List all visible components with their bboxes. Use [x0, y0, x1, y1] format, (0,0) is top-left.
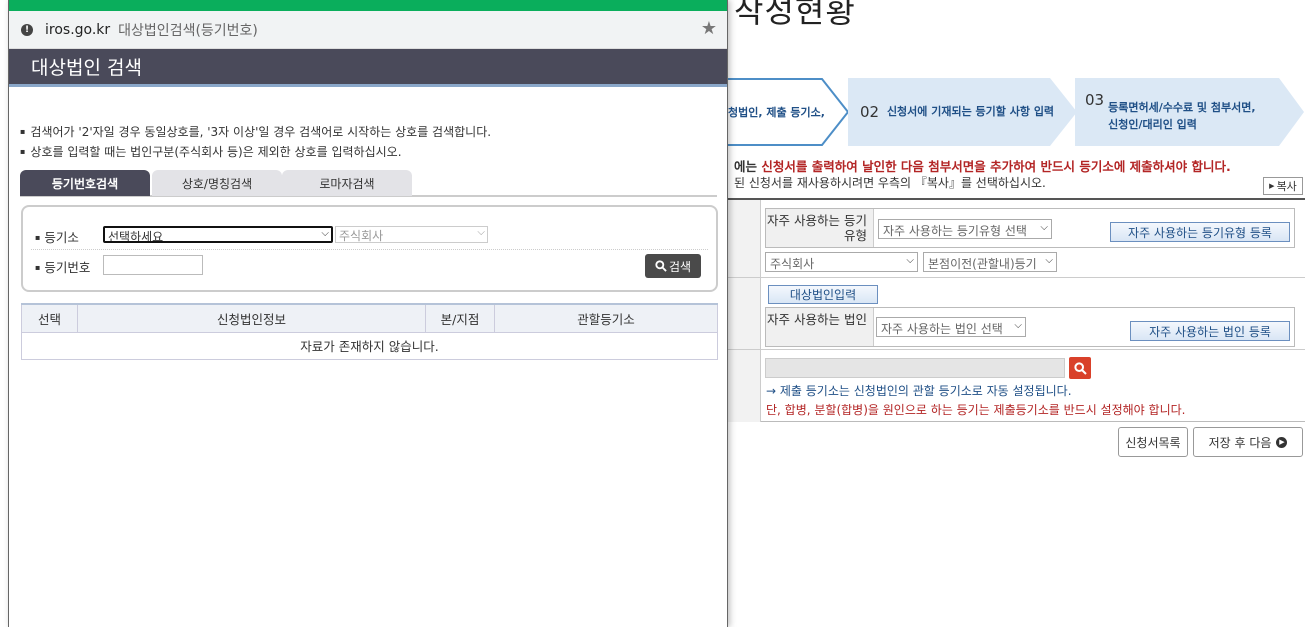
- search-tabs: 등기번호검색 상호/명칭검색 로마자검색: [20, 170, 717, 197]
- col-select: 선택: [21, 303, 78, 333]
- popup-header: 대상법인 검색: [9, 49, 727, 87]
- freq-type-select[interactable]: 자주 사용하는 등기유형 선택 ⌵: [878, 219, 1052, 239]
- table-header-row: 선택 신청법인정보 본/지점 관할등기소: [21, 303, 718, 333]
- office-auto-note: → 제출 등기소는 신청법인의 관할 등기소로 자동 설정됩니다.: [766, 384, 1072, 398]
- search-guides: 검색어가 '2'자일 경우 동일상호를, '3자 이상'일 경우 검색어로 시작…: [20, 122, 491, 162]
- table-row: 자료가 존재하지 않습니다.: [21, 331, 718, 360]
- freq-corp-register-button[interactable]: 자주 사용하는 법인 등록: [1130, 321, 1290, 341]
- col-office: 관할등기소: [494, 303, 718, 333]
- search-form: 등기소 선택하세요⌵ 주식회사⌵ 등기번호 검색: [21, 205, 718, 292]
- result-table: 선택 신청법인정보 본/지점 관할등기소 자료가 존재하지 않습니다.: [21, 303, 718, 360]
- step-3-label-line2: 신청인/대리인 입력: [1108, 118, 1197, 131]
- copy-button[interactable]: ▶ 복사: [1263, 177, 1303, 195]
- warning-text: 에는 신청서를 출력하여 날인한 다음 첨부서면을 추가하여 반드시 등기소에 …: [734, 159, 1231, 174]
- star-icon[interactable]: ★: [701, 18, 717, 39]
- target-corp-input-button[interactable]: 대상법인입력: [768, 285, 878, 304]
- step-3[interactable]: 03 등록면허세/수수료 및 첨부서면, 신청인/대리인 입력: [1075, 78, 1305, 146]
- search-icon: [655, 260, 667, 272]
- step-1-label: 청법인, 제출 등기소,: [728, 106, 825, 119]
- step-3-number: 03: [1085, 91, 1105, 109]
- info-icon[interactable]: !: [21, 23, 33, 36]
- popup-window-title: 대상법인검색(등기번호): [118, 22, 258, 39]
- application-list-button[interactable]: 신청서목록: [1118, 427, 1188, 457]
- step-2-number: 02: [860, 103, 880, 121]
- chevron-down-icon: ⌵: [321, 228, 329, 239]
- freq-type-label: 자주 사용하는 등기유형: [766, 209, 874, 247]
- empty-message: 자료가 존재하지 않습니다.: [21, 331, 718, 360]
- target-corp-row: 대상법인입력 자주 사용하는 법인 자주 사용하는 법인 선택 ⌵ 자주 사용하는…: [728, 278, 1305, 350]
- regno-label: 등기번호: [35, 257, 90, 276]
- freq-corp-label: 자주 사용하는 법인: [766, 308, 874, 346]
- chevron-down-icon: ⌵: [1045, 255, 1053, 266]
- office-search-field[interactable]: [765, 358, 1065, 378]
- popup-address-bar: ! iros.go.kr 대상법인검색(등기번호) ★: [9, 11, 727, 49]
- guide-item: 상호를 입력할 때는 법인구분(주식회사 등)은 제외한 상호를 입력하십시오.: [20, 142, 491, 162]
- freq-corp-box: 자주 사용하는 법인 자주 사용하는 법인 선택 ⌵ 자주 사용하는 법인 등록: [765, 307, 1295, 347]
- office-select[interactable]: 선택하세요 ⌵: [103, 226, 333, 243]
- tab-roman-search[interactable]: 로마자검색: [282, 170, 412, 196]
- copy-hint-text: 된 신청서를 재사용하시려면 우측의 『복사』를 선택하십시오.: [734, 176, 1046, 190]
- browser-top-bar: [9, 0, 727, 11]
- office-search-button[interactable]: [1069, 357, 1091, 379]
- chevron-down-icon: ⌵: [1014, 320, 1022, 331]
- chevron-down-icon: ⌵: [906, 255, 914, 266]
- freq-type-register-button[interactable]: 자주 사용하는 등기유형 등록: [1110, 222, 1290, 242]
- chevron-down-icon: ⌵: [1040, 222, 1048, 233]
- freq-corp-select[interactable]: 자주 사용하는 법인 선택 ⌵: [876, 317, 1026, 337]
- company-type-select[interactable]: 주식회사 ⌵: [765, 252, 918, 272]
- tab-name-search[interactable]: 상호/명칭검색: [152, 170, 282, 196]
- page-title: 작성현황: [734, 0, 856, 30]
- office-label: 등기소: [35, 227, 79, 246]
- tab-regno-search[interactable]: 등기번호검색: [20, 170, 150, 196]
- step-3-label-line1: 등록면허세/수수료 및 첨부서면,: [1108, 101, 1256, 114]
- regno-input[interactable]: [103, 255, 203, 275]
- step-2[interactable]: 02 신청서에 기재되는 등기할 사항 입력: [848, 78, 1078, 146]
- reg-type-row: 자주 사용하는 등기유형 자주 사용하는 등기유형 선택 ⌵ 자주 사용하는 등기…: [728, 200, 1305, 278]
- freq-type-box: 자주 사용하는 등기유형 자주 사용하는 등기유형 선택 ⌵ 자주 사용하는 등기…: [765, 208, 1295, 248]
- triangle-right-icon: ▶: [1269, 182, 1275, 190]
- warning-red-text: 신청서를 출력하여 날인한 다음 첨부서면을 추가하여 반드시 등기소에 제출하…: [761, 159, 1231, 174]
- popup-host: iros.go.kr: [45, 21, 111, 38]
- search-icon: [1073, 361, 1087, 375]
- corp-type-select[interactable]: 주식회사 ⌵: [335, 226, 488, 243]
- save-next-button[interactable]: 저장 후 다음 ▶: [1193, 427, 1303, 457]
- chevron-down-icon: ⌵: [477, 227, 485, 238]
- guide-item: 검색어가 '2'자일 경우 동일상호를, '3자 이상'일 경우 검색어로 시작…: [20, 122, 491, 142]
- reg-type-select[interactable]: 본점이전(관할내)등기 ⌵: [923, 252, 1057, 272]
- corp-search-popup: ! iros.go.kr 대상법인검색(등기번호) ★ 대상법인 검색 검색어가…: [8, 0, 728, 627]
- form-divider: [31, 249, 708, 250]
- search-button[interactable]: 검색: [645, 254, 701, 278]
- office-merge-note: 단, 합병, 분할(합병)을 원인으로 하는 등기는 제출등기소를 반드시 설정…: [766, 403, 1186, 417]
- col-branch: 본/지점: [425, 303, 495, 333]
- circle-arrow-right-icon: ▶: [1276, 436, 1288, 448]
- col-corp-info: 신청법인정보: [77, 303, 426, 333]
- step-2-label: 신청서에 기재되는 등기할 사항 입력: [886, 105, 1055, 118]
